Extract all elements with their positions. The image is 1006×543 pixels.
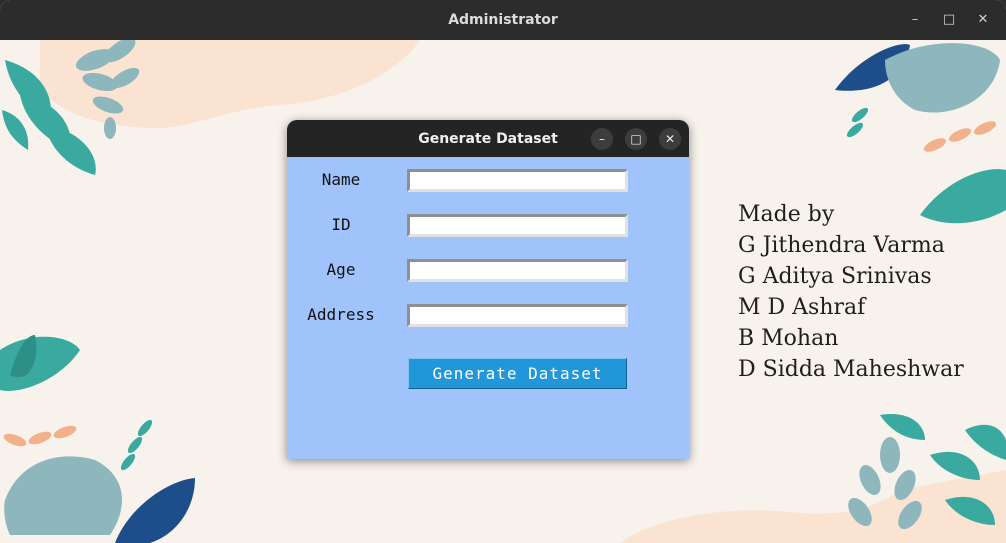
generate-dataset-dialog: Generate Dataset – □ ✕ Name ID Age Addre… [287,120,689,459]
peach-blob-bottom [620,470,1006,543]
leaf-cluster-bottom-left [0,335,195,543]
credits-heading: Made by [738,202,835,227]
credits-name: B Mohan [738,326,839,351]
address-field[interactable] [407,304,628,327]
close-icon[interactable]: ✕ [973,10,993,30]
name-field[interactable] [407,169,628,192]
age-label: Age [326,260,356,279]
credits-name: M D Ashraf [738,295,866,320]
address-label: Address [307,305,375,324]
id-label: ID [331,215,351,234]
dialog-minimize-icon[interactable]: – [591,128,613,150]
credits-block: Made by G Jithendra Varma G Aditya Srini… [738,199,964,385]
generate-dataset-button[interactable]: Generate Dataset [408,358,627,389]
dialog-maximize-icon[interactable]: □ [625,128,647,150]
age-field[interactable] [407,259,628,282]
name-label: Name [321,170,361,189]
minimize-icon[interactable]: – [905,10,925,30]
leaf-cluster-top-right [835,43,1006,224]
credits-name: G Aditya Srinivas [738,264,932,289]
credits-name: G Jithendra Varma [738,233,945,258]
id-field[interactable] [407,214,628,237]
dialog-close-icon[interactable]: ✕ [659,128,681,150]
window-titlebar[interactable]: Administrator – □ ✕ [0,0,1006,40]
credits-name: D Sidda Maheshwar [738,357,964,382]
maximize-icon[interactable]: □ [939,10,959,30]
window-title: Administrator [448,12,558,28]
dialog-titlebar[interactable]: Generate Dataset – □ ✕ [287,120,689,157]
